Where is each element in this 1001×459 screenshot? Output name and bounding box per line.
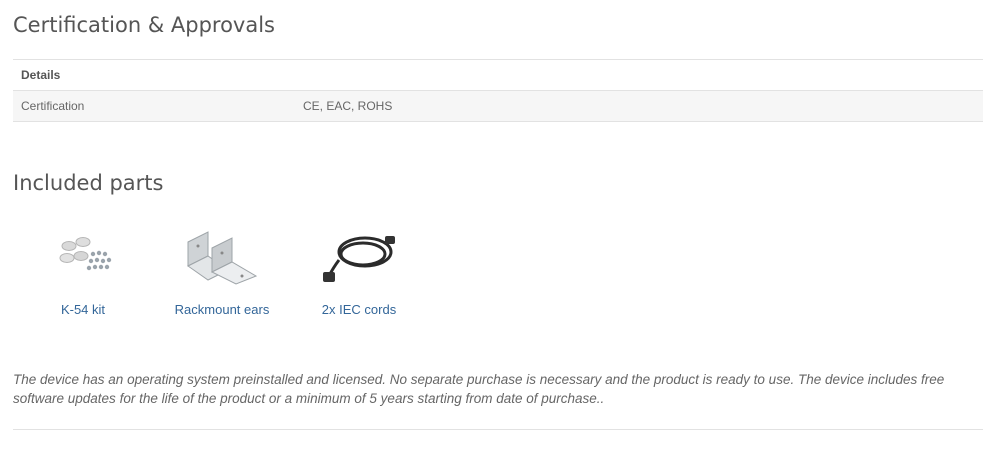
table-header: Details	[13, 60, 983, 91]
certification-table: Details Certification CE, EAC, ROHS	[13, 59, 983, 122]
certification-title: Certification & Approvals	[13, 13, 275, 37]
part-rackmount-ears[interactable]: Rackmount ears	[152, 218, 292, 322]
software-note: The device has an operating system prein…	[13, 372, 945, 406]
part-label[interactable]: Rackmount ears	[152, 302, 292, 317]
rackmount-ears-icon	[187, 231, 258, 285]
table-row: Certification CE, EAC, ROHS	[13, 91, 983, 122]
certification-value: CE, EAC, ROHS	[303, 99, 393, 113]
power-cord-icon	[323, 236, 395, 282]
part-label[interactable]: K-54 kit	[13, 302, 153, 317]
part-iec-cords[interactable]: 2x IEC cords	[289, 218, 429, 322]
part-label[interactable]: 2x IEC cords	[289, 302, 429, 317]
screw-kit-icon	[59, 237, 112, 271]
included-parts-title: Included parts	[13, 171, 164, 195]
certification-label: Certification	[21, 99, 85, 113]
divider	[13, 429, 983, 430]
part-k54-kit[interactable]: K-54 kit	[13, 218, 153, 322]
